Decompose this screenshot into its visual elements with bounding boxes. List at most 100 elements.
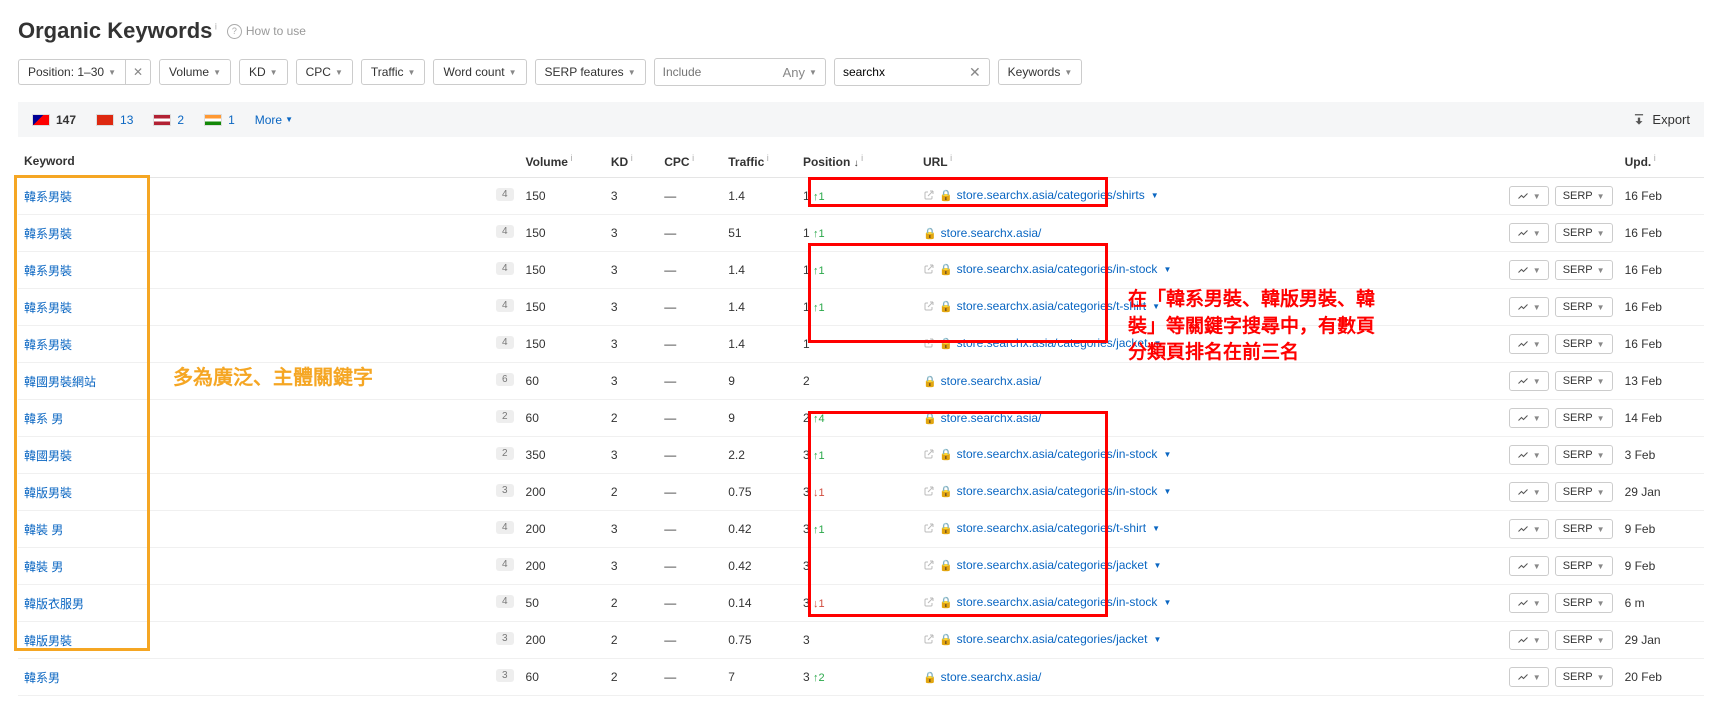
close-icon[interactable]: ✕ (969, 64, 981, 81)
url-link[interactable]: 🔒 store.searchx.asia/categories/jacket ▼ (923, 558, 1161, 572)
chart-button[interactable]: ▼ (1509, 334, 1549, 354)
url-link[interactable]: 🔒 store.searchx.asia/categories/in-stock… (923, 484, 1171, 498)
how-to-use-link[interactable]: ? How to use (227, 24, 306, 39)
cell-position: 1 ↑1 (797, 252, 893, 289)
filter-wordcount[interactable]: Word count▼ (433, 59, 526, 85)
serp-button[interactable]: SERP ▼ (1555, 630, 1613, 650)
filter-include-input[interactable]: Any▼ (654, 58, 826, 86)
keyword-link[interactable]: 韓系男裝 (24, 264, 72, 278)
serp-button[interactable]: SERP ▼ (1555, 260, 1613, 280)
col-position[interactable]: Position ↓ i (797, 145, 893, 178)
serp-button[interactable]: SERP ▼ (1555, 445, 1613, 465)
chart-button[interactable]: ▼ (1509, 297, 1549, 317)
serp-button[interactable]: SERP ▼ (1555, 556, 1613, 576)
url-link[interactable]: 🔒 store.searchx.asia/categories/in-stock… (923, 595, 1171, 609)
keyword-link[interactable]: 韓國男裝網站 (24, 375, 96, 389)
chart-icon (1517, 671, 1529, 683)
country-in[interactable]: 1 (204, 113, 235, 127)
keyword-badge: 3 (496, 484, 514, 497)
url-link[interactable]: 🔒 store.searchx.asia/ (923, 670, 1041, 684)
url-link[interactable]: 🔒 store.searchx.asia/categories/jacket ▼ (923, 632, 1161, 646)
chart-button[interactable]: ▼ (1509, 445, 1549, 465)
keyword-link[interactable]: 韓系男裝 (24, 301, 72, 315)
chart-button[interactable]: ▼ (1509, 630, 1549, 650)
url-link[interactable]: 🔒 store.searchx.asia/categories/in-stock… (923, 447, 1171, 461)
col-upd[interactable]: Upd. i (1619, 145, 1704, 178)
chart-button[interactable]: ▼ (1509, 260, 1549, 280)
chart-button[interactable]: ▼ (1509, 482, 1549, 502)
chart-icon (1517, 375, 1529, 387)
col-traffic[interactable]: Traffic i (722, 145, 797, 178)
keyword-link[interactable]: 韓系男裝 (24, 338, 72, 352)
keyword-link[interactable]: 韓系 男 (24, 412, 63, 426)
serp-button[interactable]: SERP ▼ (1555, 667, 1613, 687)
filter-cpc[interactable]: CPC▼ (296, 59, 353, 85)
keyword-link[interactable]: 韓系男 (24, 671, 60, 685)
chart-button[interactable]: ▼ (1509, 371, 1549, 391)
serp-button[interactable]: SERP ▼ (1555, 297, 1613, 317)
keyword-link[interactable]: 韓版男裝 (24, 486, 72, 500)
table-row: 韓版男裝 32002—0.753 ↓1 🔒 store.searchx.asia… (18, 474, 1704, 511)
serp-button[interactable]: SERP ▼ (1555, 371, 1613, 391)
keyword-badge: 4 (496, 299, 514, 312)
cell-cpc: — (658, 252, 722, 289)
more-countries[interactable]: More▼ (255, 113, 293, 127)
serp-button[interactable]: SERP ▼ (1555, 223, 1613, 243)
serp-button[interactable]: SERP ▼ (1555, 186, 1613, 206)
chart-button[interactable]: ▼ (1509, 593, 1549, 613)
filter-position-clear[interactable]: ✕ (125, 59, 151, 85)
col-keyword[interactable]: Keyword (18, 145, 520, 178)
keyword-link[interactable]: 韓系男裝 (24, 190, 72, 204)
keyword-link[interactable]: 韓系男裝 (24, 227, 72, 241)
chart-button[interactable]: ▼ (1509, 223, 1549, 243)
chart-button[interactable]: ▼ (1509, 186, 1549, 206)
country-tw[interactable]: 147 (32, 113, 76, 127)
col-cpc[interactable]: CPC i (658, 145, 722, 178)
serp-button[interactable]: SERP ▼ (1555, 334, 1613, 354)
col-kd[interactable]: KD i (605, 145, 658, 178)
keyword-link[interactable]: 韓國男裝 (24, 449, 72, 463)
filter-kd[interactable]: KD▼ (239, 59, 288, 85)
url-link[interactable]: 🔒 store.searchx.asia/categories/jacket ▼ (923, 336, 1161, 350)
url-link[interactable]: 🔒 store.searchx.asia/categories/shirts ▼ (923, 188, 1159, 202)
serp-button[interactable]: SERP ▼ (1555, 408, 1613, 428)
country-us[interactable]: 2 (153, 113, 184, 127)
col-url[interactable]: URL i (893, 145, 1491, 178)
url-link[interactable]: 🔒 store.searchx.asia/ (923, 226, 1041, 240)
url-link[interactable]: 🔒 store.searchx.asia/categories/t-shirt … (923, 299, 1160, 313)
filter-search-input[interactable]: ✕ (834, 58, 990, 86)
country-hk[interactable]: 13 (96, 113, 133, 127)
lock-icon: 🔒 (923, 671, 937, 684)
serp-button[interactable]: SERP ▼ (1555, 519, 1613, 539)
url-link[interactable]: 🔒 store.searchx.asia/ (923, 374, 1041, 388)
keyword-badge: 4 (496, 188, 514, 201)
url-link[interactable]: 🔒 store.searchx.asia/categories/in-stock… (923, 262, 1171, 276)
cell-kd: 3 (605, 252, 658, 289)
chart-button[interactable]: ▼ (1509, 667, 1549, 687)
serp-button[interactable]: SERP ▼ (1555, 482, 1613, 502)
keyword-link[interactable]: 韓版男裝 (24, 634, 72, 648)
export-button[interactable]: Export (1632, 112, 1690, 127)
col-volume[interactable]: Volume i (520, 145, 605, 178)
serp-button[interactable]: SERP ▼ (1555, 593, 1613, 613)
filter-position[interactable]: Position: 1–30▼ (18, 59, 125, 85)
table-row: 韓版衣服男 4502—0.143 ↓1 🔒 store.searchx.asia… (18, 585, 1704, 622)
cell-upd: 16 Feb (1619, 326, 1704, 363)
chart-button[interactable]: ▼ (1509, 556, 1549, 576)
filter-traffic[interactable]: Traffic▼ (361, 59, 426, 85)
filter-volume[interactable]: Volume▼ (159, 59, 231, 85)
keyword-link[interactable]: 韓裝 男 (24, 523, 63, 537)
chart-icon (1517, 597, 1529, 609)
cell-position: 3 ↑1 (797, 437, 893, 474)
keyword-link[interactable]: 韓裝 男 (24, 560, 63, 574)
filter-keywords[interactable]: Keywords▼ (998, 59, 1083, 85)
external-link-icon (923, 596, 935, 608)
chart-button[interactable]: ▼ (1509, 519, 1549, 539)
url-link[interactable]: 🔒 store.searchx.asia/categories/t-shirt … (923, 521, 1160, 535)
cell-position: 3 ↑1 (797, 511, 893, 548)
help-icon: ? (227, 24, 242, 39)
chart-button[interactable]: ▼ (1509, 408, 1549, 428)
filter-serp-features[interactable]: SERP features▼ (535, 59, 646, 85)
url-link[interactable]: 🔒 store.searchx.asia/ (923, 411, 1041, 425)
keyword-link[interactable]: 韓版衣服男 (24, 597, 84, 611)
